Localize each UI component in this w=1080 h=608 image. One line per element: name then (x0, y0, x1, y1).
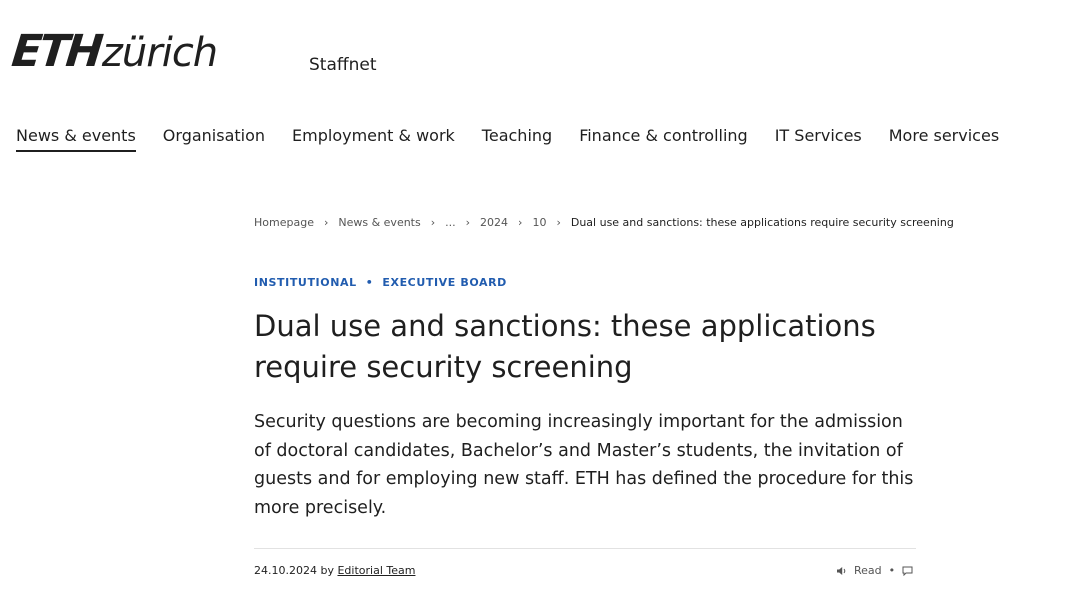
breadcrumb: Homepage › News & events › ... › 2024 › … (254, 216, 954, 229)
article-meta: 24.10.2024 by Editorial Team (254, 564, 415, 577)
tag-institutional[interactable]: INSTITUTIONAL (254, 276, 357, 289)
nav-item-employment-work[interactable]: Employment & work (292, 126, 455, 152)
nav-item-organisation[interactable]: Organisation (163, 126, 265, 152)
site-name-link[interactable]: Staffnet (309, 55, 377, 75)
nav-item-finance-controlling[interactable]: Finance & controlling (579, 126, 748, 152)
article-tags: INSTITUTIONAL • EXECUTIVE BOARD (254, 276, 507, 289)
tag-executive-board[interactable]: EXECUTIVE BOARD (382, 276, 507, 289)
read-label: Read (854, 564, 882, 577)
speaker-icon (837, 566, 846, 575)
nav-item-news-events[interactable]: News & events (16, 126, 136, 152)
main-navigation: News & events Organisation Employment & … (16, 126, 1026, 152)
article-title: Dual use and sanctions: these applicatio… (254, 309, 876, 384)
article-actions: Read • (836, 564, 913, 577)
breadcrumb-2024[interactable]: 2024 (480, 216, 508, 229)
eth-zurich-logo[interactable]: ETH zürich (9, 26, 218, 77)
chevron-right-icon: › (465, 216, 471, 229)
logo-zurich: zürich (101, 30, 218, 76)
comment-icon[interactable] (902, 566, 913, 576)
tag-separator: • (365, 276, 374, 289)
breadcrumb-ellipsis[interactable]: ... (445, 216, 456, 229)
article-date: 24.10.2024 (254, 564, 317, 577)
chevron-right-icon: › (323, 216, 329, 229)
nav-item-more-services[interactable]: More services (889, 126, 999, 152)
breadcrumb-news-events[interactable]: News & events (338, 216, 420, 229)
article-by: by (320, 564, 334, 577)
nav-item-it-services[interactable]: IT Services (775, 126, 862, 152)
nav-item-teaching[interactable]: Teaching (482, 126, 552, 152)
breadcrumb-10[interactable]: 10 (532, 216, 546, 229)
author-link[interactable]: Editorial Team (337, 564, 415, 577)
action-separator: • (888, 564, 896, 577)
chevron-right-icon: › (556, 216, 561, 229)
divider (254, 548, 916, 549)
read-aloud-button[interactable]: Read (836, 564, 882, 577)
chevron-right-icon: › (430, 216, 436, 229)
chevron-right-icon: › (518, 216, 523, 229)
breadcrumb-current: Dual use and sanctions: these applicatio… (570, 216, 954, 229)
article-lead: Security questions are becoming increasi… (254, 412, 914, 518)
breadcrumb-homepage[interactable]: Homepage (254, 216, 314, 229)
logo-eth: ETH (9, 26, 103, 77)
